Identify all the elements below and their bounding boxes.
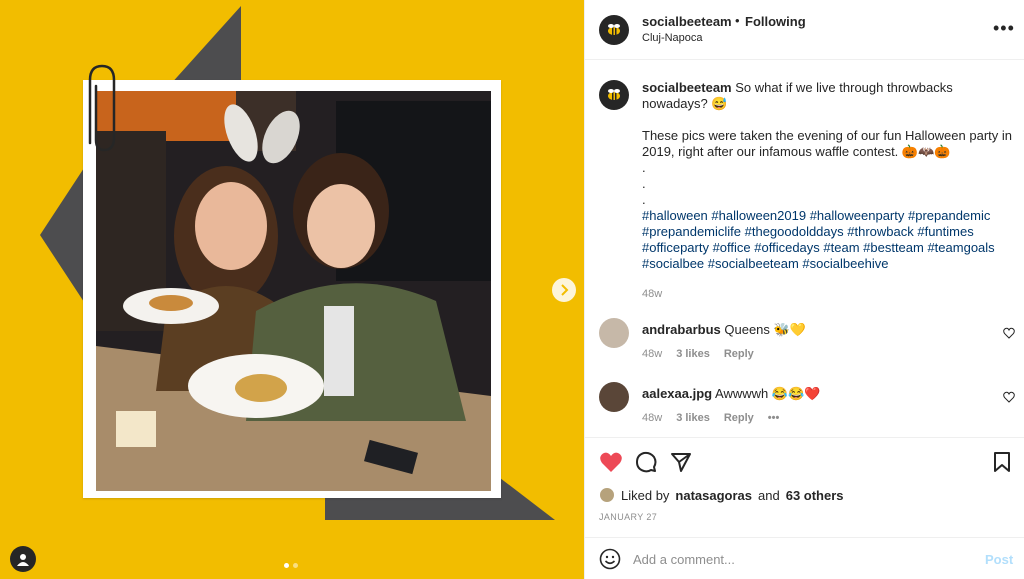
caption-age: 48w (642, 288, 663, 300)
commenter-username[interactable]: aalexaa.jpg (642, 386, 712, 401)
post-media[interactable] (0, 0, 584, 579)
caption-dot: . (642, 160, 646, 175)
share-icon[interactable] (670, 451, 692, 473)
caption-avatar[interactable] (599, 80, 629, 110)
post-actions: Liked by natasagoras and 63 others JANUA… (585, 437, 1024, 579)
post-location[interactable]: Cluj-Napoca (642, 32, 703, 44)
author-username[interactable]: socialbeeteam (642, 14, 732, 29)
comment-meta: 48w 3 likes Reply (642, 348, 754, 360)
user-tag-button[interactable] (10, 546, 36, 572)
comment-age: 48w (642, 348, 663, 360)
header-separator: • (735, 13, 740, 28)
comment-more-button[interactable]: ••• (768, 412, 780, 424)
more-options-icon[interactable]: ••• (993, 19, 1015, 37)
commenter-avatar[interactable] (599, 318, 629, 348)
post-side-panel: socialbeeteam • Following Cluj-Napoca ••… (584, 0, 1024, 579)
heart-filled-icon[interactable] (599, 451, 623, 473)
bee-logo-icon (608, 89, 620, 100)
comment-icon[interactable] (635, 451, 657, 473)
carousel-dots (284, 563, 298, 568)
next-slide-button[interactable] (552, 278, 576, 302)
caption-dot: . (642, 176, 646, 191)
author-avatar[interactable] (599, 15, 629, 45)
comment-body: andrabarbus Queens 🐝💛 (642, 322, 806, 338)
likes-summary: Liked by natasagoras and 63 others (599, 487, 844, 503)
chevron-right-icon (561, 284, 569, 296)
carousel-dot (293, 563, 298, 568)
commenter-avatar[interactable] (599, 382, 629, 412)
heart-outline-icon[interactable] (1003, 391, 1015, 403)
caption-username[interactable]: socialbeeteam (642, 80, 732, 95)
bookmark-icon[interactable] (993, 451, 1011, 473)
likes-others[interactable]: 63 others (786, 488, 844, 503)
comment-age: 48w (642, 412, 663, 424)
heart-outline-icon[interactable] (1003, 327, 1015, 339)
post-date: JANUARY 27 (599, 512, 658, 522)
caption-text-body: These pics were taken the evening of our… (642, 128, 1012, 159)
party-photo (96, 91, 491, 491)
user-tag-icon (17, 554, 29, 566)
commenter-username[interactable]: andrabarbus (642, 322, 721, 337)
bee-logo-icon (608, 24, 620, 35)
carousel-dot-active (284, 563, 289, 568)
comment-composer: Add a comment... Post (585, 537, 1024, 579)
paperclip-icon (88, 64, 116, 152)
comment-likes[interactable]: 3 likes (676, 348, 710, 360)
comment-meta: 48w 3 likes Reply ••• (642, 412, 779, 424)
post-caption: socialbeeteam So what if we live through… (642, 80, 1012, 302)
comment-body: aalexaa.jpg Awwwwh 😂😂❤️ (642, 386, 820, 402)
comment-reply-button[interactable]: Reply (724, 348, 754, 360)
likes-and: and (758, 487, 780, 503)
following-button[interactable]: Following (745, 14, 806, 29)
comment-input[interactable]: Add a comment... (633, 552, 735, 567)
liker-avatar[interactable] (599, 487, 615, 503)
comment-likes[interactable]: 3 likes (676, 412, 710, 424)
post-header: socialbeeteam • Following Cluj-Napoca ••… (585, 0, 1024, 60)
comment-reply-button[interactable]: Reply (724, 412, 754, 424)
emoji-icon[interactable] (599, 548, 621, 570)
caption-hashtags[interactable]: #halloween #halloween2019 #halloweenpart… (642, 208, 1012, 272)
post-comment-button[interactable]: Post (985, 552, 1013, 567)
likes-prefix: Liked by (621, 487, 670, 503)
comment-text: Queens 🐝💛 (724, 322, 806, 337)
liker-username[interactable]: natasagoras (675, 488, 752, 503)
comment-text: Awwwwh 😂😂❤️ (715, 386, 821, 401)
caption-dot: . (642, 192, 646, 207)
